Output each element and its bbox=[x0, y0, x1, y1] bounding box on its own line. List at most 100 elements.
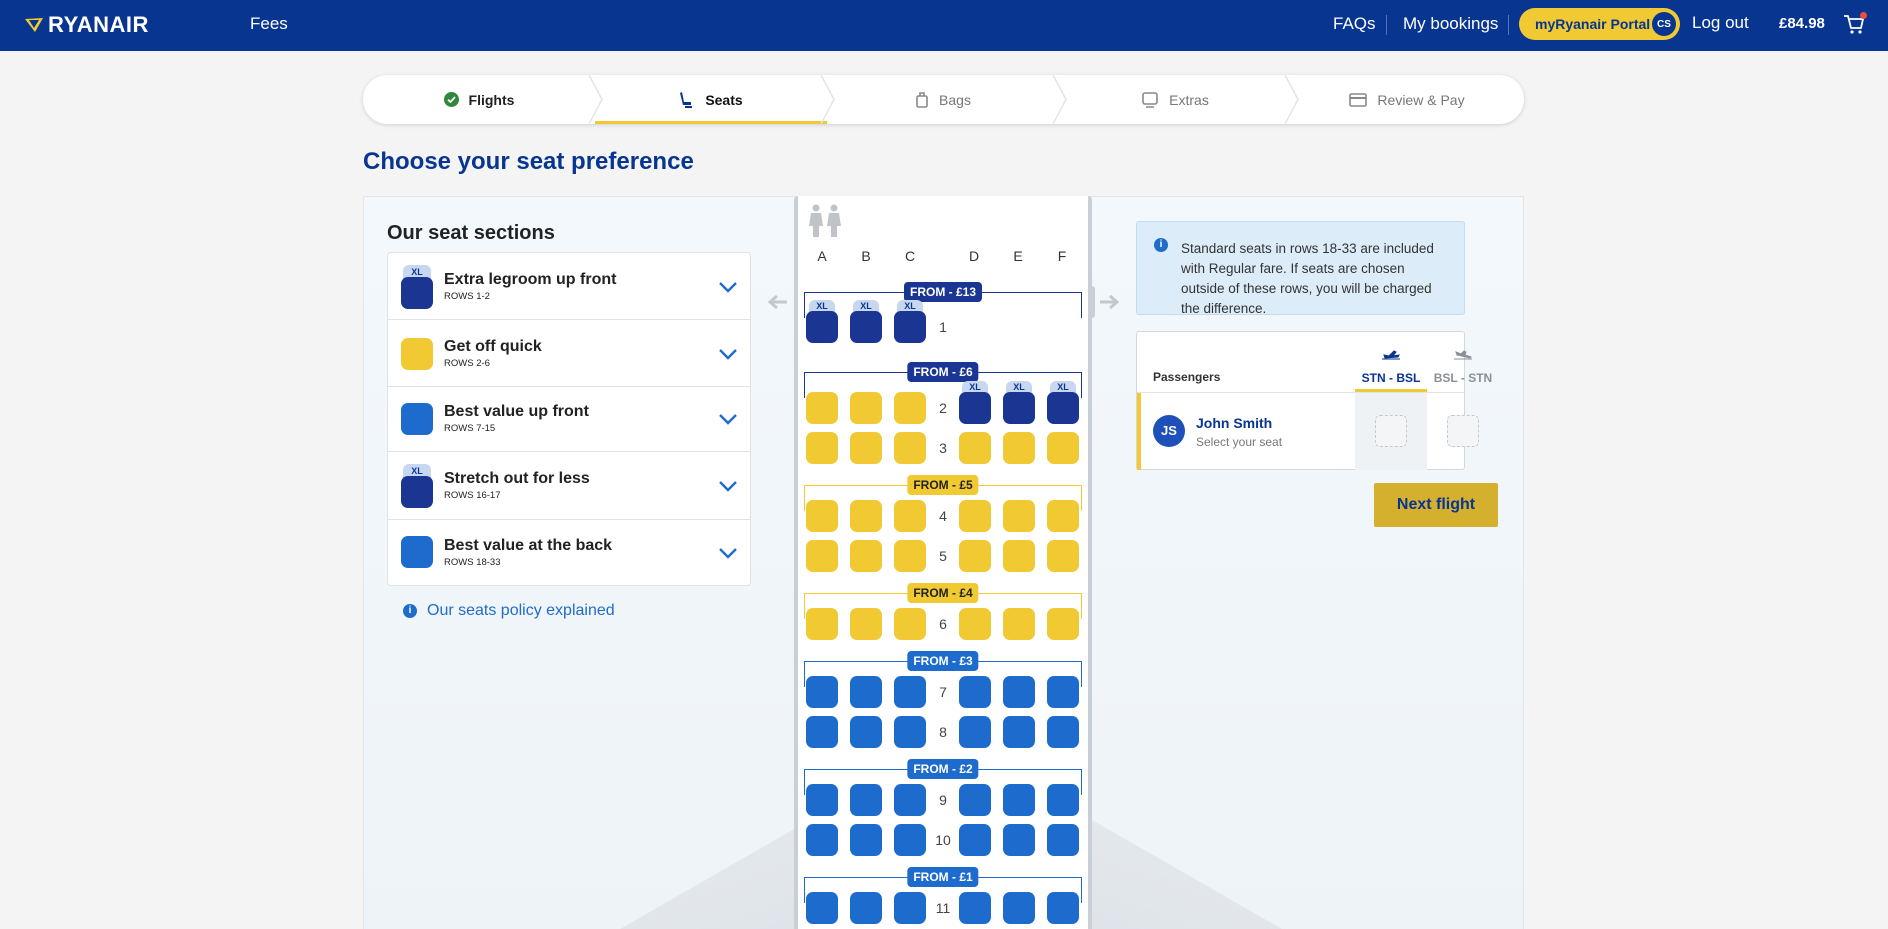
seat-6b[interactable] bbox=[850, 608, 882, 640]
seat-7c[interactable] bbox=[894, 676, 926, 708]
seat-11b[interactable] bbox=[850, 892, 882, 924]
seat-4a[interactable] bbox=[806, 500, 838, 532]
nav-fees-link[interactable]: Fees bbox=[250, 14, 288, 34]
step-extras[interactable]: Extras bbox=[1059, 75, 1291, 124]
seat-11a[interactable] bbox=[806, 892, 838, 924]
chevron-down-icon[interactable] bbox=[718, 547, 738, 559]
seat-2b[interactable] bbox=[850, 392, 882, 424]
seat-5e[interactable] bbox=[1003, 540, 1035, 572]
step-review-pay[interactable]: Review & Pay bbox=[1291, 75, 1523, 124]
seat-5f[interactable] bbox=[1047, 540, 1079, 572]
seat-4f[interactable] bbox=[1047, 500, 1079, 532]
chevron-down-icon[interactable] bbox=[718, 348, 738, 360]
seat-5d[interactable] bbox=[959, 540, 991, 572]
seat-8e[interactable] bbox=[1003, 716, 1035, 748]
seat-9c[interactable] bbox=[894, 784, 926, 816]
seat-9f[interactable] bbox=[1047, 784, 1079, 816]
seat-1c[interactable] bbox=[894, 311, 926, 343]
nav-my-bookings-link[interactable]: My bookings bbox=[1403, 14, 1498, 34]
step-label: Extras bbox=[1169, 91, 1209, 108]
step-seats[interactable]: Seats bbox=[595, 75, 827, 124]
seat-8b[interactable] bbox=[850, 716, 882, 748]
section-price-label: FROM - £2 bbox=[907, 759, 979, 779]
seat-1a[interactable] bbox=[806, 311, 838, 343]
seat-8a[interactable] bbox=[806, 716, 838, 748]
seat-5a[interactable] bbox=[806, 540, 838, 572]
my-ryanair-portal-button[interactable]: myRyanair Portal CS bbox=[1519, 8, 1680, 40]
seat-4d[interactable] bbox=[959, 500, 991, 532]
seats-policy-link[interactable]: i Our seats policy explained bbox=[403, 602, 615, 620]
seat-8c[interactable] bbox=[894, 716, 926, 748]
seat-7f[interactable] bbox=[1047, 676, 1079, 708]
seat-3c[interactable] bbox=[894, 432, 926, 464]
section-swatch bbox=[401, 536, 433, 568]
section-get-off-quick[interactable]: Get off quick ROWS 2-6 bbox=[388, 320, 750, 387]
nav-faqs-link[interactable]: FAQs bbox=[1333, 14, 1376, 34]
flight-tab-return[interactable]: BSL - STN bbox=[1427, 332, 1499, 392]
seat-10f[interactable] bbox=[1047, 824, 1079, 856]
arrow-left-icon[interactable] bbox=[768, 295, 788, 309]
outbound-seat-slot[interactable] bbox=[1375, 415, 1407, 447]
next-flight-button[interactable]: Next flight bbox=[1374, 483, 1498, 527]
seat-7d[interactable] bbox=[959, 676, 991, 708]
cart-notification-dot bbox=[1860, 12, 1867, 19]
seat-9b[interactable] bbox=[850, 784, 882, 816]
chevron-down-icon[interactable] bbox=[718, 413, 738, 425]
section-stretch-out[interactable]: XL Stretch out for less ROWS 16-17 bbox=[388, 452, 750, 520]
seat-4b[interactable] bbox=[850, 500, 882, 532]
seat-9e[interactable] bbox=[1003, 784, 1035, 816]
step-flights[interactable]: Flights bbox=[363, 75, 595, 124]
section-extra-legroom[interactable]: XL Extra legroom up front ROWS 1-2 bbox=[388, 253, 750, 320]
seat-2e[interactable] bbox=[1003, 392, 1035, 424]
seat-2a[interactable] bbox=[806, 392, 838, 424]
section-best-value-back[interactable]: Best value at the back ROWS 18-33 bbox=[388, 520, 750, 585]
seat-3e[interactable] bbox=[1003, 432, 1035, 464]
seat-10a[interactable] bbox=[806, 824, 838, 856]
seat-10c[interactable] bbox=[894, 824, 926, 856]
seat-8f[interactable] bbox=[1047, 716, 1079, 748]
seat-3d[interactable] bbox=[959, 432, 991, 464]
seat-6d[interactable] bbox=[959, 608, 991, 640]
chevron-down-icon[interactable] bbox=[718, 281, 738, 293]
seat-1b[interactable] bbox=[850, 311, 882, 343]
section-name: Best value at the back bbox=[444, 537, 613, 554]
arrow-right-icon[interactable] bbox=[1099, 295, 1119, 309]
seat-6c[interactable] bbox=[894, 608, 926, 640]
flight-tab-outbound[interactable]: STN - BSL bbox=[1355, 332, 1427, 392]
seat-4e[interactable] bbox=[1003, 500, 1035, 532]
seat-5b[interactable] bbox=[850, 540, 882, 572]
chevron-down-icon[interactable] bbox=[718, 480, 738, 492]
seat-6a[interactable] bbox=[806, 608, 838, 640]
seat-5c[interactable] bbox=[894, 540, 926, 572]
seat-11d[interactable] bbox=[959, 892, 991, 924]
seat-3f[interactable] bbox=[1047, 432, 1079, 464]
seat-2c[interactable] bbox=[894, 392, 926, 424]
booking-steps: Flights Seats Bags Extras Review & Pay bbox=[363, 75, 1524, 124]
logout-link[interactable]: Log out bbox=[1692, 13, 1749, 33]
seat-7b[interactable] bbox=[850, 676, 882, 708]
step-bags[interactable]: Bags bbox=[827, 75, 1059, 124]
seat-2d[interactable] bbox=[959, 392, 991, 424]
seat-2f[interactable] bbox=[1047, 392, 1079, 424]
seat-6f[interactable] bbox=[1047, 608, 1079, 640]
section-best-value-front[interactable]: Best value up front ROWS 7-15 bbox=[388, 387, 750, 452]
return-seat-slot[interactable] bbox=[1447, 415, 1479, 447]
seat-9a[interactable] bbox=[806, 784, 838, 816]
seat-10d[interactable] bbox=[959, 824, 991, 856]
seatmap-scrollbar[interactable] bbox=[1089, 286, 1095, 318]
seat-3b[interactable] bbox=[850, 432, 882, 464]
seat-10e[interactable] bbox=[1003, 824, 1035, 856]
seat-9d[interactable] bbox=[959, 784, 991, 816]
ryanair-logo[interactable]: RYANAIR bbox=[24, 10, 149, 40]
seat-10b[interactable] bbox=[850, 824, 882, 856]
seat-11c[interactable] bbox=[894, 892, 926, 924]
seat-11f[interactable] bbox=[1047, 892, 1079, 924]
seat-3a[interactable] bbox=[806, 432, 838, 464]
seat-7a[interactable] bbox=[806, 676, 838, 708]
fare-info-box: Standard seats in rows 18-33 are include… bbox=[1136, 221, 1465, 316]
seat-7e[interactable] bbox=[1003, 676, 1035, 708]
seat-6e[interactable] bbox=[1003, 608, 1035, 640]
seat-11e[interactable] bbox=[1003, 892, 1035, 924]
seat-4c[interactable] bbox=[894, 500, 926, 532]
seat-8d[interactable] bbox=[959, 716, 991, 748]
